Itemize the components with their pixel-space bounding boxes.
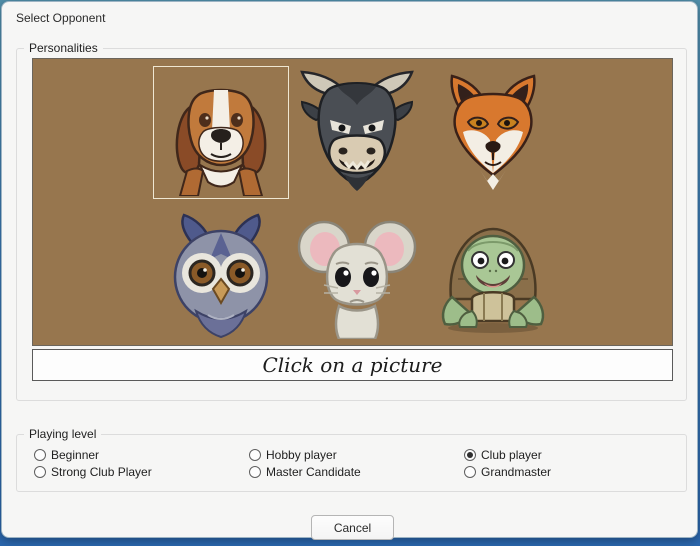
window-title: Select Opponent: [16, 11, 105, 25]
radio-club-player[interactable]: [464, 449, 476, 461]
picture-turtle[interactable]: [425, 209, 561, 342]
playing-level-group-label: Playing level: [24, 427, 101, 442]
picture-bull[interactable]: [289, 62, 425, 195]
radio-option-beginner[interactable]: Beginner: [34, 448, 249, 462]
radio-option-hobby-player[interactable]: Hobby player: [249, 448, 464, 462]
personalities-panel: [32, 58, 673, 346]
radio-option-grandmaster[interactable]: Grandmaster: [464, 465, 551, 479]
mouse-icon: [294, 213, 420, 339]
personalities-group-label: Personalities: [24, 41, 103, 56]
picture-beagle[interactable]: [153, 66, 289, 199]
radio-label-hobby-player: Hobby player: [266, 448, 337, 462]
picture-mouse[interactable]: [289, 209, 425, 342]
radio-option-club-player[interactable]: Club player: [464, 448, 551, 462]
radio-master-candidate[interactable]: [249, 466, 261, 478]
radio-grandmaster[interactable]: [464, 466, 476, 478]
playing-level-options: Beginner Hobby player Club player Strong…: [34, 446, 551, 480]
radio-option-strong-club-player[interactable]: Strong Club Player: [34, 465, 249, 479]
radio-label-club-player: Club player: [481, 448, 542, 462]
turtle-icon: [430, 213, 556, 339]
picture-owl[interactable]: [153, 209, 289, 342]
playing-level-group: Playing level Beginner Hobby player Club…: [16, 434, 687, 492]
fox-icon: [430, 70, 556, 196]
select-opponent-dialog: Select Opponent Personalities: [1, 1, 698, 538]
radio-label-strong-club-player: Strong Club Player: [51, 465, 152, 479]
picture-fox[interactable]: [425, 66, 561, 199]
radio-label-master-candidate: Master Candidate: [266, 465, 361, 479]
radio-label-beginner: Beginner: [51, 448, 99, 462]
radio-beginner[interactable]: [34, 449, 46, 461]
owl-icon: [158, 213, 284, 339]
radio-label-grandmaster: Grandmaster: [481, 465, 551, 479]
cancel-button[interactable]: Cancel: [311, 515, 394, 540]
radio-option-master-candidate[interactable]: Master Candidate: [249, 465, 464, 479]
titlebar: Select Opponent: [2, 2, 697, 32]
radio-strong-club-player[interactable]: [34, 466, 46, 478]
instruction-bar: Click on a picture: [32, 349, 673, 381]
bull-icon: [294, 66, 420, 192]
instruction-text: Click on a picture: [262, 353, 442, 377]
radio-hobby-player[interactable]: [249, 449, 261, 461]
beagle-icon: [158, 70, 284, 196]
